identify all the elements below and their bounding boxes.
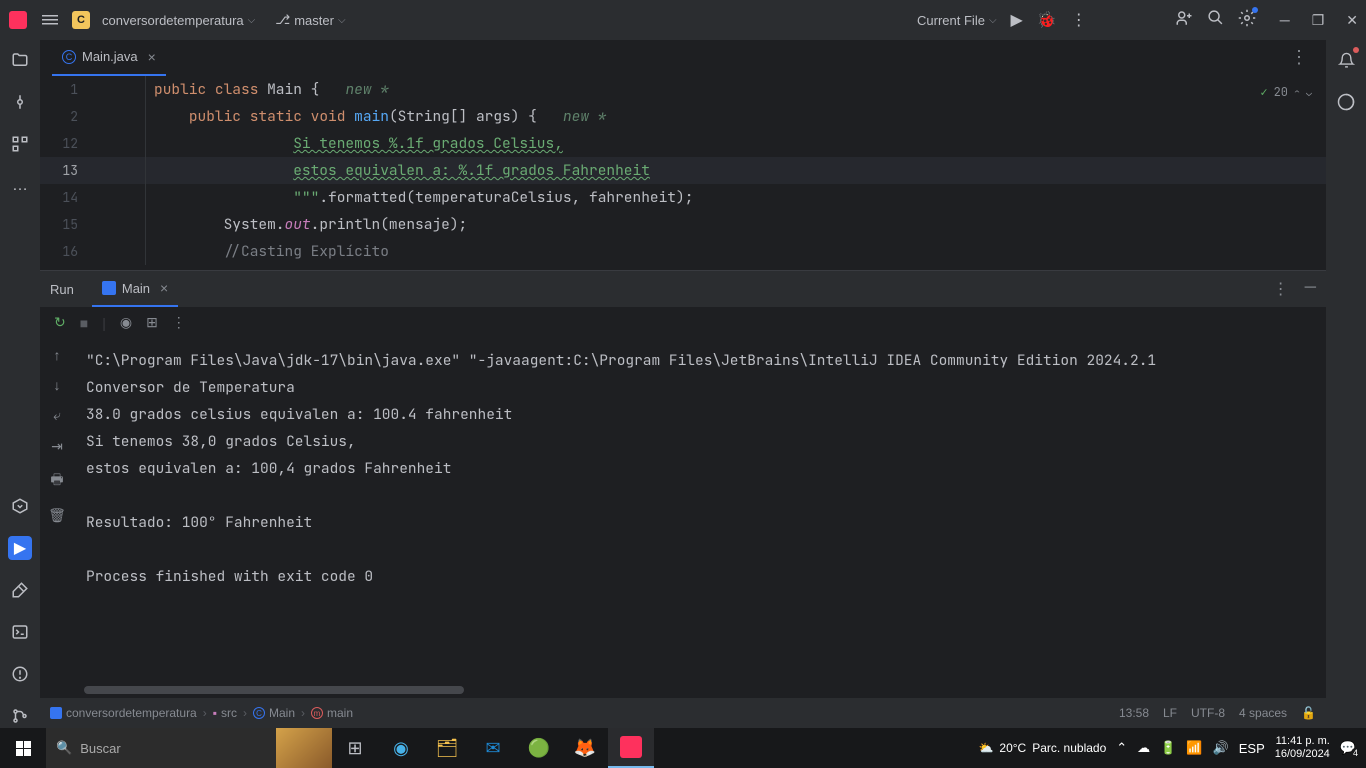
scroll-to-end-button[interactable]: ⇥ xyxy=(51,438,63,455)
taskbar-edge[interactable]: ◉ xyxy=(378,728,424,768)
method-nav-icon: m xyxy=(311,707,323,719)
windows-search-input[interactable]: 🔍 Buscar xyxy=(46,728,332,768)
vcs-tool-button[interactable] xyxy=(8,704,32,728)
tray-wifi-icon[interactable]: 📶 xyxy=(1186,740,1202,756)
tray-clock[interactable]: 11:41 p. m. 16/09/2024 xyxy=(1275,735,1330,761)
taskbar-whatsapp[interactable]: 🟢 xyxy=(516,728,562,768)
taskbar-explorer[interactable]: 🗂 xyxy=(424,728,470,768)
search-icon: 🔍 xyxy=(56,740,72,756)
module-icon xyxy=(50,707,62,719)
ai-assistant-button[interactable] xyxy=(1334,90,1358,114)
project-tool-button[interactable] xyxy=(8,48,32,72)
more-actions-button[interactable]: ⋮ xyxy=(1071,10,1087,30)
close-tab-button[interactable]: × xyxy=(148,49,156,65)
code-with-me-button[interactable] xyxy=(1175,9,1193,32)
build-tool-button[interactable] xyxy=(8,578,32,602)
window-close-button[interactable]: ✕ xyxy=(1346,12,1358,29)
branch-icon: ⎇ xyxy=(275,12,290,28)
file-encoding[interactable]: UTF-8 xyxy=(1191,706,1225,720)
line-separator[interactable]: LF xyxy=(1163,706,1177,720)
tray-language[interactable]: ESP xyxy=(1239,741,1265,756)
stop-button[interactable]: ■ xyxy=(80,315,88,331)
windows-start-button[interactable] xyxy=(0,728,46,768)
run-config-selector[interactable]: Current File⌵ xyxy=(917,13,997,28)
close-run-tab-button[interactable]: × xyxy=(160,280,168,296)
window-minimize-button[interactable]: ─ xyxy=(1280,12,1290,29)
taskbar-firefox[interactable]: 🦊 xyxy=(562,728,608,768)
problems-tool-button[interactable] xyxy=(8,662,32,686)
more-tools-button[interactable]: … xyxy=(8,174,32,198)
run-config-icon xyxy=(102,281,116,295)
taskbar-intellij[interactable] xyxy=(608,728,654,768)
taskbar-outlook[interactable]: ✉ xyxy=(470,728,516,768)
vcs-branch-selector[interactable]: ⎇ master⌵ xyxy=(275,12,345,28)
tray-notifications-button[interactable]: 💬4 xyxy=(1340,740,1356,756)
tray-onedrive-icon[interactable]: ☁ xyxy=(1137,740,1150,756)
checkmark-icon: ✓ xyxy=(1260,84,1267,100)
run-panel-options-button[interactable]: ⋮ xyxy=(1273,279,1289,299)
window-maximize-button[interactable]: ❐ xyxy=(1312,12,1325,29)
clear-button[interactable]: 🗑 xyxy=(48,507,66,524)
class-icon: C xyxy=(62,50,76,64)
settings-button[interactable] xyxy=(1238,9,1256,32)
screenshot-button[interactable]: ◉ xyxy=(120,314,132,331)
scroll-down-button[interactable]: ↓ xyxy=(54,377,61,393)
weather-widget[interactable]: ⛅ 20°C Parc. nublado xyxy=(978,741,1106,755)
editor-tab-main-java[interactable]: C Main.java × xyxy=(52,40,166,76)
inspections-widget[interactable]: ✓ 20 ⌃⌄ xyxy=(1260,84,1312,100)
run-panel-title: Run xyxy=(50,282,74,297)
console-output[interactable]: "C:\Program Files\Java\jdk-17\bin\java.e… xyxy=(74,339,1326,698)
readonly-toggle[interactable]: 🔓 xyxy=(1301,706,1316,720)
soft-wrap-button[interactable]: ⤶ xyxy=(53,407,61,424)
search-highlight-image xyxy=(276,728,332,768)
scroll-up-button[interactable]: ↑ xyxy=(54,347,61,363)
main-menu-button[interactable] xyxy=(40,10,60,30)
toolbar-more-button[interactable]: ⋮ xyxy=(172,314,186,331)
indent-setting[interactable]: 4 spaces xyxy=(1239,706,1287,720)
run-panel-hide-button[interactable]: ─ xyxy=(1305,279,1316,299)
debug-button[interactable]: 🐞 xyxy=(1037,10,1057,30)
tray-battery-icon[interactable]: 🔋 xyxy=(1160,740,1176,756)
app-logo-icon xyxy=(8,10,28,30)
class-nav-icon: C xyxy=(253,707,265,719)
run-button[interactable]: ▶ xyxy=(1011,10,1023,30)
print-button[interactable]: 🖶 xyxy=(50,469,63,493)
run-tab-main[interactable]: Main × xyxy=(92,271,178,307)
tray-expand-button[interactable]: ⌃ xyxy=(1116,740,1127,756)
folder-icon: ▪ xyxy=(213,706,217,720)
editor-tabs-more-button[interactable]: ⋮ xyxy=(1290,47,1326,68)
layout-button[interactable]: ⊞ xyxy=(146,314,158,331)
code-editor[interactable]: ✓ 20 ⌃⌄ 1 public class Main { new * 2 pu… xyxy=(40,76,1326,270)
task-view-button[interactable]: ⊞ xyxy=(332,728,378,768)
breadcrumb[interactable]: conversordetemperatura› ▪ src› C Main› m… xyxy=(50,706,353,720)
caret-position[interactable]: 13:58 xyxy=(1119,706,1149,720)
notifications-button[interactable] xyxy=(1334,48,1358,72)
rerun-button[interactable]: ↻ xyxy=(54,314,66,331)
services-tool-button[interactable] xyxy=(8,494,32,518)
search-everywhere-button[interactable] xyxy=(1207,9,1224,31)
project-selector[interactable]: conversordetemperatura⌵ xyxy=(102,13,255,28)
run-tool-button[interactable]: ▶ xyxy=(8,536,32,560)
weather-icon: ⛅ xyxy=(978,741,993,755)
project-badge: C xyxy=(72,11,90,29)
terminal-tool-button[interactable] xyxy=(8,620,32,644)
horizontal-scrollbar[interactable] xyxy=(84,686,464,694)
commit-tool-button[interactable] xyxy=(8,90,32,114)
tray-volume-icon[interactable]: 🔊 xyxy=(1213,740,1229,756)
structure-tool-button[interactable] xyxy=(8,132,32,156)
